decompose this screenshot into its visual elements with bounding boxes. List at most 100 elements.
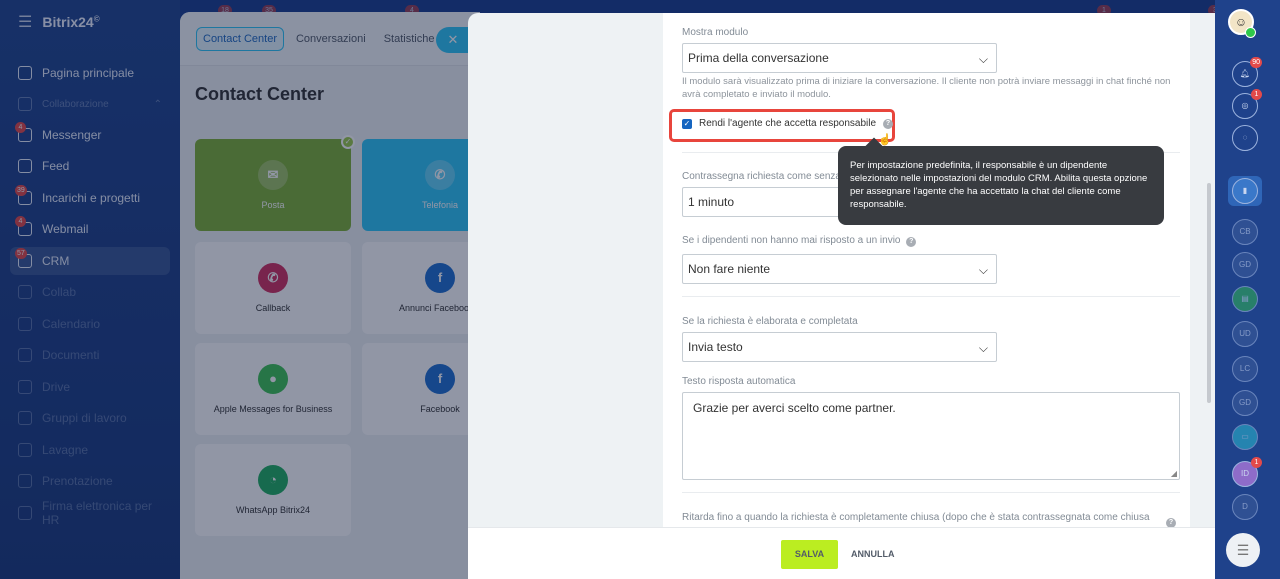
mark-request-label: Contrassegna richiesta come senza r: [682, 171, 848, 182]
chevron-up-icon: ⌃: [153, 98, 162, 110]
tile-posta[interactable]: ✓ ✉ Posta: [195, 135, 355, 231]
contact-center-page: Contact Center Conversazioni Statistiche…: [180, 12, 518, 579]
completed-select[interactable]: Invia testo ⌵: [682, 332, 997, 362]
tile-label: Telefonia: [421, 200, 459, 210]
rail-avatar-cb[interactable]: CB: [1232, 219, 1258, 245]
tasks-icon: 39: [15, 185, 32, 205]
responsible-agent-option[interactable]: ✓ Rendi l'agente che accetta responsabil…: [682, 118, 894, 129]
sidebar-item-label: Drive: [42, 380, 71, 394]
sidebar-item-booking[interactable]: Prenotazione: [10, 467, 170, 495]
help-icon[interactable]: ?: [906, 237, 917, 247]
save-button[interactable]: SALVA: [781, 540, 838, 569]
sidebar-item-label: Gruppi di lavoro: [42, 411, 127, 425]
whatsapp-icon: ◔: [258, 465, 288, 495]
sidebar-item-label: Messenger: [42, 128, 102, 142]
label-text: Se i dipendenti non hanno mai risposto a…: [682, 235, 901, 246]
target-badge: 1: [1251, 89, 1262, 100]
chat-launcher-button[interactable]: ☰: [1226, 533, 1260, 567]
no-answer-select[interactable]: Non fare niente ⌵: [682, 254, 997, 284]
form-card: Mostra modulo Prima della conversazione …: [663, 13, 1190, 528]
responsible-agent-checkbox[interactable]: ✓: [682, 118, 692, 129]
fb-ads-icon: f: [425, 263, 455, 293]
sidebar-item-feed[interactable]: Feed: [10, 152, 170, 180]
booking-icon: [18, 474, 32, 488]
tile-apple-messages[interactable]: ● Apple Messages for Business: [195, 343, 351, 435]
select-value: Non fare niente: [688, 262, 771, 276]
sidebar-item-drive[interactable]: Drive: [10, 373, 170, 401]
resize-handle-icon[interactable]: ◢: [1171, 469, 1177, 478]
mail-icon: ✉: [258, 160, 288, 190]
rail-avatar-gd[interactable]: GD: [1232, 252, 1258, 278]
chat-search-icon[interactable]: ◌: [1232, 125, 1258, 151]
form-footer: SALVA ANNULLA: [468, 527, 1215, 579]
home-icon: [18, 66, 32, 80]
sidebar-item-home[interactable]: Pagina principale: [10, 59, 170, 87]
rail-avatar-d[interactable]: D: [1232, 494, 1258, 520]
tile-label: Posta: [261, 200, 285, 210]
tile-callback[interactable]: ✆ Callback: [195, 242, 351, 334]
no-answer-label: Se i dipendenti non hanno mai risposto a…: [682, 235, 917, 247]
close-icon: ✕: [447, 32, 459, 47]
sidebar-section-collaboration[interactable]: Collaborazione ⌃: [10, 90, 170, 118]
webmail-badge: 4: [15, 216, 26, 227]
target-icon[interactable]: ◎ 1: [1232, 89, 1262, 119]
drive-icon: [18, 380, 32, 394]
autoreply-textarea[interactable]: Grazie per averci scelto come partner. ◢: [682, 392, 1180, 480]
sidebar-item-label: Collab: [42, 285, 77, 299]
delay-label: Ritarda fino a quando la richiesta è com…: [682, 512, 1150, 523]
show-form-hint: Il modulo sarà visualizzato prima di ini…: [682, 76, 1171, 100]
rail-avatar-gd-2[interactable]: GD: [1232, 390, 1258, 416]
chat-bubble-icon[interactable]: ▭: [1232, 424, 1258, 450]
sidebar-item-label: Prenotazione: [42, 474, 113, 488]
sidebar-item-boards[interactable]: Lavagne: [10, 436, 170, 464]
boards-icon: [18, 443, 32, 457]
tile-whatsapp[interactable]: ◔ WhatsApp Bitrix24: [195, 444, 351, 536]
sidebar-item-label: Calendario: [42, 317, 101, 331]
sidebar-item-label: CRM: [42, 254, 70, 268]
sidebar-item-esign[interactable]: Firma elettronica per HR: [10, 499, 170, 527]
tab-statistics[interactable]: Statistiche: [378, 28, 441, 50]
right-rail: 🔔︎ 90 ◎ 1 ◌ ▮ CB GD ▤ UD LC GD ▭ ID 1 D: [1215, 0, 1280, 579]
mail-icon: 4: [15, 216, 32, 236]
sidebar-item-webmail[interactable]: 4 Webmail: [10, 215, 170, 243]
tab-conversations[interactable]: Conversazioni: [290, 28, 372, 50]
bell-icon[interactable]: 🔔︎ 90: [1232, 57, 1262, 87]
tile-label: Apple Messages for Business: [213, 404, 333, 414]
rail-avatar-id[interactable]: ID 1: [1232, 457, 1262, 487]
avatar-initials: ID: [1241, 469, 1249, 478]
sidebar-item-label: Webmail: [42, 222, 89, 236]
help-icon[interactable]: ?: [883, 118, 894, 129]
bookmark-icon[interactable]: ▮: [1232, 178, 1258, 204]
sidebar-item-collab[interactable]: Collab: [10, 278, 170, 306]
avatar-badge: 1: [1251, 457, 1262, 468]
show-form-select[interactable]: Prima della conversazione ⌵: [682, 43, 997, 73]
show-form-label: Mostra modulo: [682, 27, 749, 38]
documents-icon: [18, 348, 32, 362]
tab-contact-center[interactable]: Contact Center: [196, 26, 284, 51]
cancel-button[interactable]: ANNULLA: [851, 540, 895, 569]
sidebar-item-calendar[interactable]: Calendario: [10, 310, 170, 338]
online-status-dot: [1245, 27, 1256, 38]
callback-icon: ✆: [258, 263, 288, 293]
app-logo[interactable]: Bitrix24©: [42, 14, 99, 30]
sidebar-item-documents[interactable]: Documenti: [10, 341, 170, 369]
scrollbar[interactable]: [1207, 183, 1211, 403]
close-slider-button[interactable]: ✕: [436, 27, 470, 53]
select-value: Invia testo: [688, 340, 743, 354]
sidebar-item-label: Collaborazione: [42, 98, 109, 110]
tile-label: WhatsApp Bitrix24: [235, 505, 311, 515]
sidebar-item-crm[interactable]: 57 CRM: [10, 247, 170, 275]
sidebar-item-groups[interactable]: Gruppi di lavoro: [10, 404, 170, 432]
sidebar-item-tasks[interactable]: 39 Incarichi e progetti: [10, 184, 170, 212]
sidebar-item-messenger[interactable]: 4 Messenger: [10, 121, 170, 149]
contact-card-icon[interactable]: ▤: [1232, 286, 1258, 312]
textarea-value: Grazie per averci scelto come partner.: [693, 401, 896, 415]
menu-icon[interactable]: ☰: [18, 12, 32, 32]
collab-section-icon: [18, 97, 32, 111]
check-icon: ✓: [341, 135, 355, 149]
select-value: Prima della conversazione: [688, 51, 829, 65]
sidebar-item-label: Documenti: [42, 348, 100, 362]
tooltip-text: Per impostazione predefinita, il respons…: [850, 160, 1148, 210]
rail-avatar-ud[interactable]: UD: [1232, 321, 1258, 347]
rail-avatar-lc[interactable]: LC: [1232, 356, 1258, 382]
